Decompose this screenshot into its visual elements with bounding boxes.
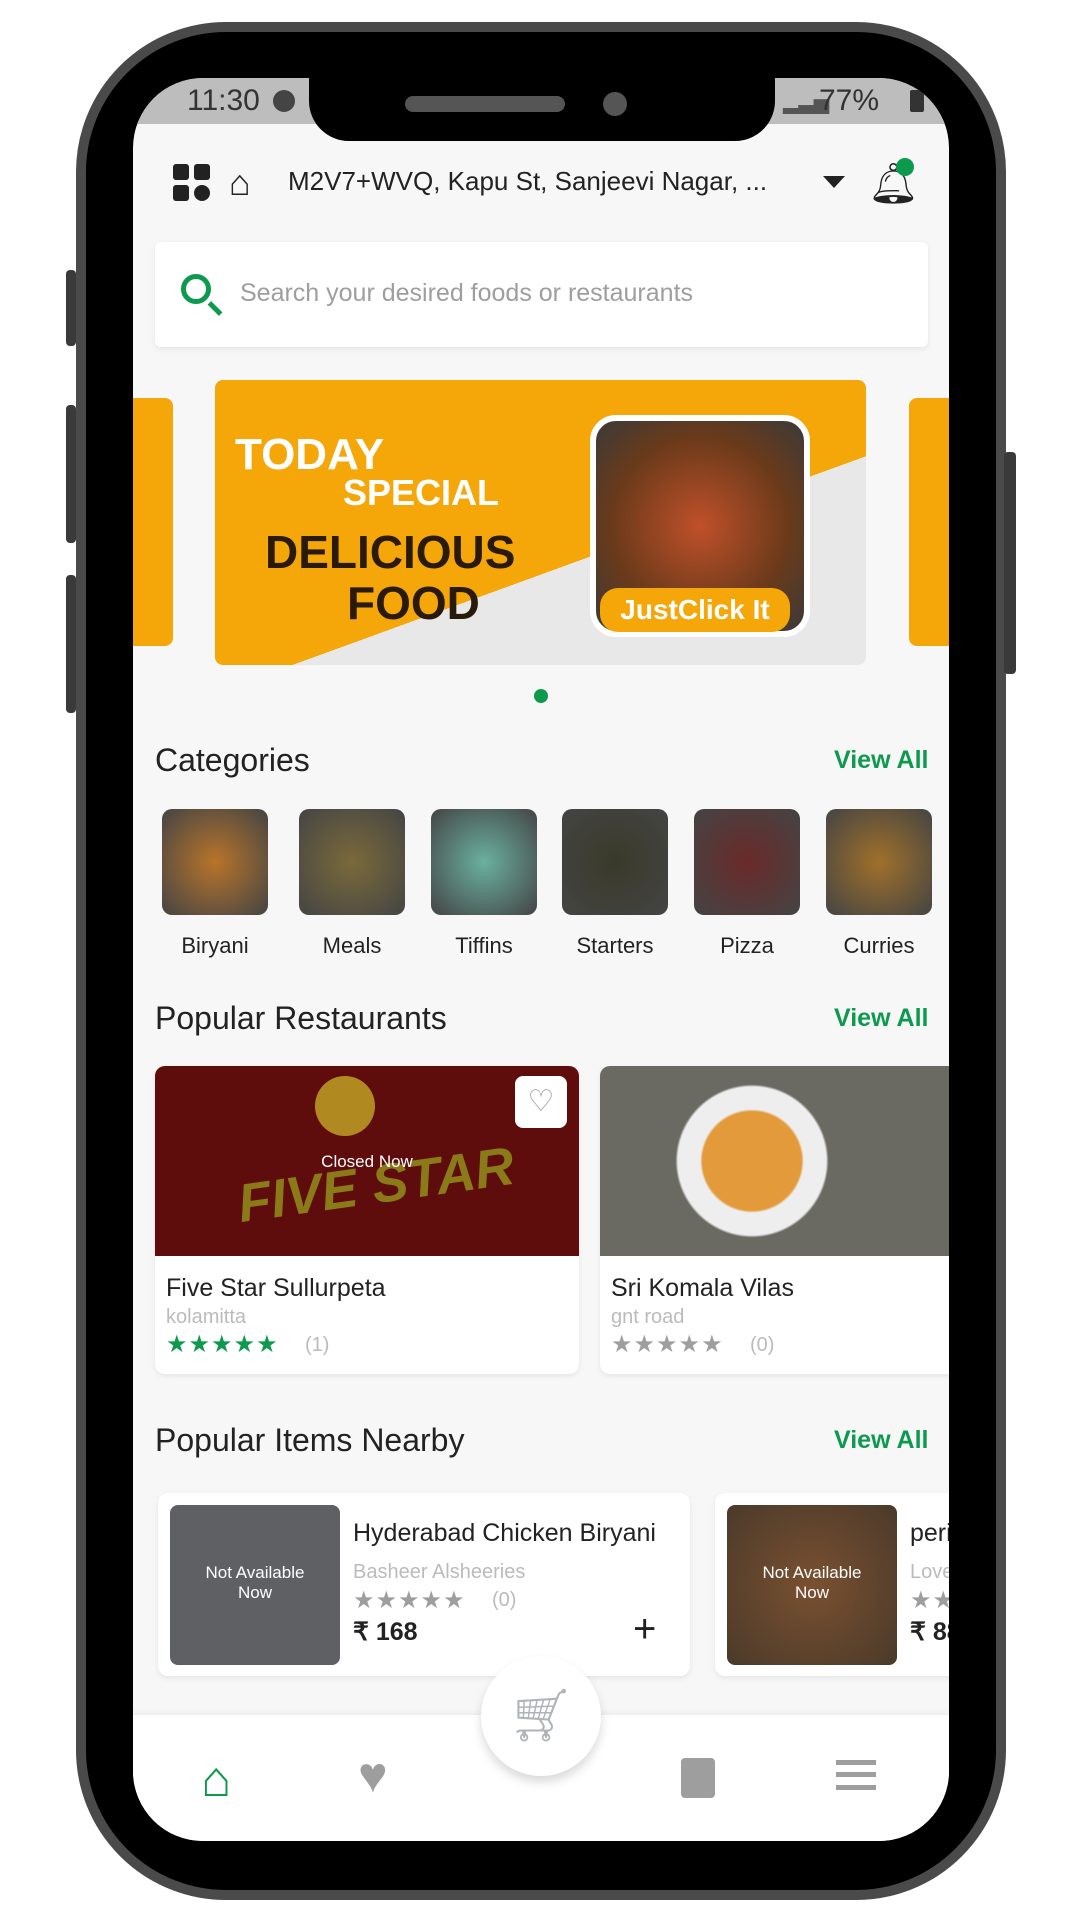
category-pizza[interactable]: Pizza xyxy=(682,809,812,959)
battery-icon xyxy=(910,90,924,112)
category-tiffins[interactable]: Tiffins xyxy=(419,809,549,959)
rating-stars: ★★★★★ xyxy=(611,1331,724,1358)
category-image xyxy=(826,809,932,915)
carousel-indicator xyxy=(534,689,548,703)
banner-today-special[interactable]: TODAY SPECIAL DELICIOUS FOOD JustClick I… xyxy=(215,380,866,665)
restaurant-card[interactable]: FIVE STAR Closed Now ♡ Five Star Sullurp… xyxy=(155,1066,579,1374)
side-button xyxy=(66,405,76,543)
banner-next[interactable] xyxy=(909,398,949,646)
category-image xyxy=(162,809,268,915)
rating-stars: ★★★★★ xyxy=(166,1331,279,1358)
nav-orders-bag-icon[interactable] xyxy=(681,1758,715,1798)
restaurant-image: FIVE STAR Closed Now ♡ xyxy=(155,1066,579,1256)
home-location-icon: ⌂ xyxy=(229,162,251,203)
category-label: Starters xyxy=(576,933,654,958)
popular-items-title: Popular Items Nearby xyxy=(155,1422,465,1458)
banner-prev[interactable] xyxy=(133,398,173,646)
category-label: Pizza xyxy=(720,933,774,958)
restaurant-image xyxy=(600,1066,949,1256)
grid-menu-icon[interactable] xyxy=(173,164,211,202)
notification-dot xyxy=(896,158,914,176)
search-bar[interactable]: Search your desired foods or restaurants xyxy=(155,242,928,347)
category-label: Meals xyxy=(322,933,382,958)
popular-items-view-all[interactable]: View All xyxy=(834,1426,928,1455)
item-image: Not Available Now xyxy=(727,1505,897,1665)
chevron-down-icon[interactable] xyxy=(823,176,845,188)
search-input[interactable]: Search your desired foods or restaurants xyxy=(240,279,693,308)
rating-stars: ★★★★★ xyxy=(353,1587,466,1614)
cart-icon: 🛒︎ xyxy=(507,1687,574,1745)
category-curries[interactable]: Curries xyxy=(814,809,944,959)
notch xyxy=(309,78,775,141)
search-icon xyxy=(181,274,211,304)
nav-home-icon[interactable]: ⌂ xyxy=(201,1750,231,1808)
restaurants-view-all[interactable]: View All xyxy=(834,1004,928,1033)
cart-button[interactable]: 🛒︎ xyxy=(481,1656,601,1776)
category-label: Biryani xyxy=(181,933,249,958)
closed-badge: Closed Now xyxy=(321,1152,413,1171)
category-meals[interactable]: Meals xyxy=(287,809,417,959)
category-starters[interactable]: Starters xyxy=(550,809,680,959)
category-label: Curries xyxy=(843,933,915,958)
nav-favourites-heart-icon[interactable]: ♥ xyxy=(358,1746,388,1804)
categories-view-all[interactable]: View All xyxy=(834,746,928,775)
category-image xyxy=(562,809,668,915)
chrome-icon xyxy=(273,90,295,112)
side-button xyxy=(1004,452,1016,674)
item-image-placeholder: Not Available Now xyxy=(170,1505,340,1665)
side-button xyxy=(66,575,76,713)
restaurant-card[interactable]: Sri Komala Vilas gnt road ★★★★★ (0) xyxy=(600,1066,949,1374)
item-card[interactable]: Not Available Now peri Love ★★ ₹ 88 xyxy=(715,1493,949,1676)
nav-menu-icon[interactable] xyxy=(836,1760,876,1790)
battery-level: 77% xyxy=(819,84,880,117)
chef-logo xyxy=(315,1076,375,1136)
add-to-cart-plus-icon[interactable]: + xyxy=(633,1607,656,1652)
side-button xyxy=(66,270,76,346)
category-biryani[interactable]: Biryani xyxy=(150,809,280,959)
status-time: 11:30 xyxy=(187,84,260,117)
category-image xyxy=(299,809,405,915)
category-label: Tiffins xyxy=(455,933,513,958)
categories-title: Categories xyxy=(155,742,310,778)
favorite-heart-icon[interactable]: ♡ xyxy=(515,1076,567,1128)
restaurants-title: Popular Restaurants xyxy=(155,1000,447,1036)
address-selector[interactable]: M2V7+WVQ, Kapu St, Sanjeevi Nagar, ... xyxy=(288,166,767,197)
category-image xyxy=(431,809,537,915)
category-image xyxy=(694,809,800,915)
app-screen: 11:30 ▂▃▅ 77% ⌂ M2V7+WVQ, Kapu St, Sanje… xyxy=(133,78,949,1841)
item-card[interactable]: Not Available Now Hyderabad Chicken Biry… xyxy=(158,1493,690,1676)
